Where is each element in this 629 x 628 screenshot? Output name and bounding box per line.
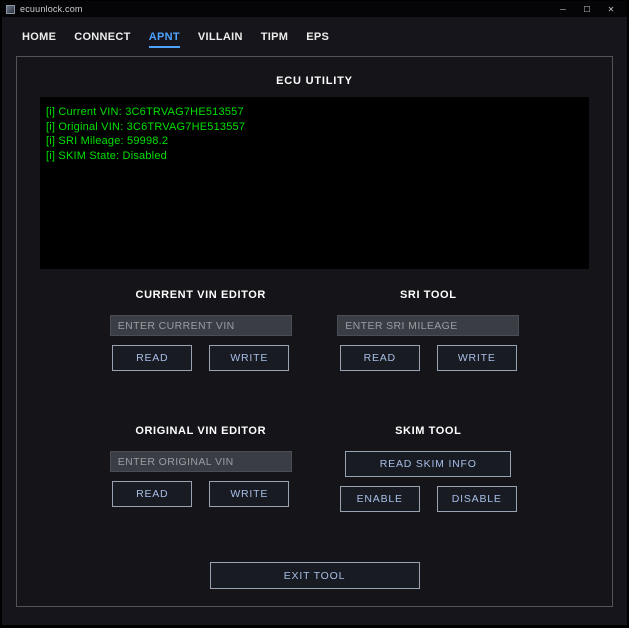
app-window: ecuunlock.com ─ ☐ ✕ HOME CONNECT APNT VI… <box>1 0 628 626</box>
maximize-button[interactable]: ☐ <box>575 2 599 16</box>
ecu-utility-panel: ECU UTILITY [i] Current VIN: 3C6TRVAG7HE… <box>16 56 613 607</box>
title-bar[interactable]: ecuunlock.com ─ ☐ ✕ <box>2 1 627 17</box>
panel-title: ECU UTILITY <box>17 75 612 87</box>
original-vin-input[interactable] <box>110 451 292 472</box>
console-line-current-vin: [i] Current VIN: 3C6TRVAG7HE513557 <box>46 105 583 120</box>
sri-mileage-input[interactable] <box>337 315 519 336</box>
original-vin-editor-section: ORIGINAL VIN EDITOR READ WRITE <box>87 425 315 512</box>
sri-read-button[interactable]: READ <box>340 345 420 371</box>
console-line-sri-mileage: [i] SRI Mileage: 59998.2 <box>46 134 583 149</box>
menu-bar: HOME CONNECT APNT VILLAIN TIPM EPS <box>2 17 627 54</box>
minimize-button[interactable]: ─ <box>551 2 575 16</box>
window-title: ecuunlock.com <box>20 4 551 14</box>
read-skim-info-button[interactable]: READ SKIM INFO <box>345 451 511 477</box>
original-vin-read-button[interactable]: READ <box>112 481 192 507</box>
original-vin-write-button[interactable]: WRITE <box>209 481 289 507</box>
current-vin-editor-title: CURRENT VIN EDITOR <box>136 289 266 301</box>
console-output: [i] Current VIN: 3C6TRVAG7HE513557 [i] O… <box>40 97 589 269</box>
tab-apnt[interactable]: APNT <box>149 31 180 48</box>
tab-villain[interactable]: VILLAIN <box>198 31 243 48</box>
current-vin-read-button[interactable]: READ <box>112 345 192 371</box>
close-button[interactable]: ✕ <box>599 2 623 16</box>
skim-enable-button[interactable]: ENABLE <box>340 486 420 512</box>
tools-grid: CURRENT VIN EDITOR READ WRITE SRI TOOL R… <box>17 289 612 512</box>
tab-home[interactable]: HOME <box>22 31 56 48</box>
sri-write-button[interactable]: WRITE <box>437 345 517 371</box>
app-icon <box>6 5 15 14</box>
tab-tipm[interactable]: TIPM <box>261 31 288 48</box>
skim-disable-button[interactable]: DISABLE <box>437 486 517 512</box>
tab-eps[interactable]: EPS <box>306 31 329 48</box>
sri-tool-section: SRI TOOL READ WRITE <box>315 289 543 371</box>
current-vin-editor-section: CURRENT VIN EDITOR READ WRITE <box>87 289 315 371</box>
sri-tool-title: SRI TOOL <box>400 289 457 301</box>
current-vin-input[interactable] <box>110 315 292 336</box>
exit-tool-button[interactable]: EXIT TOOL <box>210 562 420 589</box>
skim-tool-section: SKIM TOOL READ SKIM INFO ENABLE DISABLE <box>315 425 543 512</box>
original-vin-editor-title: ORIGINAL VIN EDITOR <box>135 425 266 437</box>
console-line-original-vin: [i] Original VIN: 3C6TRVAG7HE513557 <box>46 120 583 135</box>
current-vin-write-button[interactable]: WRITE <box>209 345 289 371</box>
console-line-skim-state: [i] SKIM State: Disabled <box>46 149 583 164</box>
tab-connect[interactable]: CONNECT <box>74 31 131 48</box>
skim-tool-title: SKIM TOOL <box>395 425 461 437</box>
